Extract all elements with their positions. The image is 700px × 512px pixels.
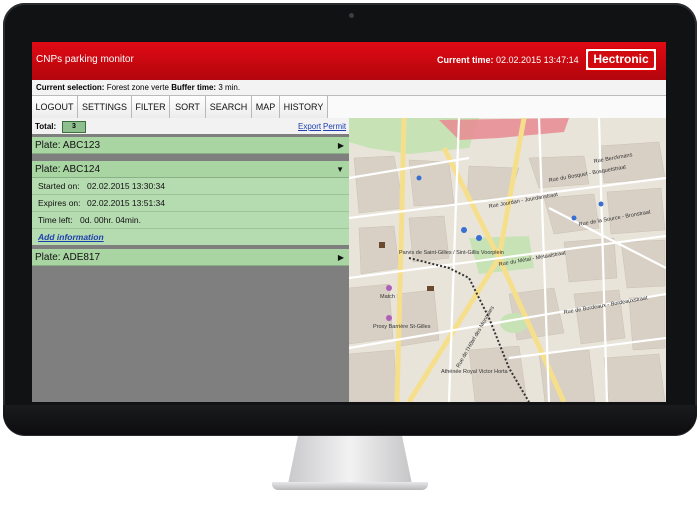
app-header: CNPs parking monitor Current time: 02.02…	[32, 42, 666, 80]
permit-link[interactable]: Permit	[323, 122, 346, 131]
selection-value: Forest zone verte	[106, 83, 169, 92]
plate-row-abc123[interactable]: Plate: ABC123 ▶	[32, 137, 349, 154]
current-time-value: 02.02.2015 13:47:14	[496, 55, 579, 65]
plate-list-panel: Total: 3 Export Permit Plate: ABC123 ▶ P…	[32, 118, 349, 402]
started-value: 02.02.2015 13:30:34	[87, 181, 165, 191]
label-athenee: Athénée Royal Victor Horta	[441, 369, 508, 375]
label-proxy: Proxy Barrière St-Gilles	[373, 324, 431, 330]
buffer-value: 3 min.	[218, 83, 241, 92]
filter-button[interactable]: FILTER	[132, 96, 170, 118]
sort-button[interactable]: SORT	[170, 96, 206, 118]
collapse-arrow-icon[interactable]: ▼	[336, 161, 344, 178]
monitor-base	[272, 482, 428, 490]
selection-label: Current selection:	[36, 83, 105, 92]
expires-value: 02.02.2015 13:51:34	[87, 198, 165, 208]
started-label: Started on:	[38, 181, 80, 191]
current-time: Current time: 02.02.2015 13:47:14	[437, 55, 579, 65]
expand-arrow-icon[interactable]: ▶	[338, 137, 344, 154]
label-parvis: Parvis de Saint-Gilles / Sint-Gillis Voo…	[399, 250, 504, 256]
expires-label: Expires on:	[38, 198, 81, 208]
total-label: Total:	[35, 122, 57, 131]
detail-time-left: Time left: 0d. 00hr. 04min.	[32, 212, 349, 229]
current-time-label: Current time:	[437, 55, 494, 65]
export-link[interactable]: Export	[298, 122, 321, 131]
search-button[interactable]: SEARCH	[206, 96, 252, 118]
history-button[interactable]: HISTORY	[280, 96, 328, 118]
timeleft-value: 0d. 00hr. 04min.	[80, 215, 141, 225]
map-view[interactable]: Parvis de Saint-Gilles / Sint-Gillis Voo…	[348, 117, 666, 402]
total-count-badge: 3	[62, 121, 86, 133]
settings-button[interactable]: SETTINGS	[78, 96, 132, 118]
app-screen: CNPs parking monitor Current time: 02.02…	[32, 42, 666, 402]
plate-row-abc124[interactable]: Plate: ABC124 ▼	[32, 161, 349, 178]
monitor-chin	[3, 405, 697, 435]
logout-button[interactable]: LOGOUT	[32, 96, 78, 118]
selection-bar: Current selection: Forest zone verte Buf…	[32, 80, 666, 96]
totals-bar: Total: 3 Export Permit	[32, 118, 349, 134]
map-canvas[interactable]: Parvis de Saint-Gilles / Sint-Gillis Voo…	[348, 117, 666, 402]
hectronic-logo: Hectronic	[585, 48, 657, 71]
app-title: CNPs parking monitor	[36, 54, 134, 65]
timeleft-label: Time left:	[38, 215, 73, 225]
camera-dot	[349, 13, 354, 18]
toolbar: LOGOUT SETTINGS FILTER SORT SEARCH MAP H…	[32, 96, 666, 119]
detail-expires: Expires on: 02.02.2015 13:51:34	[32, 195, 349, 212]
buffer-label: Buffer time:	[171, 83, 217, 92]
plate-label: Plate: ABC124	[35, 164, 101, 175]
map-button[interactable]: MAP	[252, 96, 280, 118]
add-information-link[interactable]: Add information	[38, 232, 104, 242]
monitor-stand	[288, 436, 412, 484]
plate-label: Plate: ABC123	[35, 140, 101, 151]
plate-label: Plate: ADE817	[35, 252, 101, 263]
plate-row-ade817[interactable]: Plate: ADE817 ▶	[32, 249, 349, 266]
detail-started: Started on: 02.02.2015 13:30:34	[32, 178, 349, 195]
label-match: Match	[380, 294, 395, 300]
add-info-row: Add information	[32, 229, 349, 245]
expand-arrow-icon[interactable]: ▶	[338, 249, 344, 266]
